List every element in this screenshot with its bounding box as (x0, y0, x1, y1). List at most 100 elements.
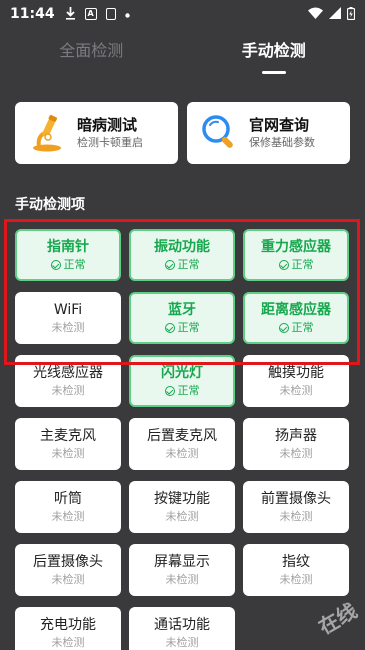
check-item-status: 正常 (164, 383, 200, 399)
check-item[interactable]: 指南针 正常 (15, 229, 121, 281)
check-item[interactable]: 后置摄像头 未检测 (15, 544, 121, 596)
hidden-fault-test-subtitle: 检测卡顿重启 (77, 136, 143, 149)
check-item-status: 正常 (278, 320, 314, 336)
check-item[interactable]: 光线感应器 未检测 (15, 355, 121, 407)
hidden-fault-test-title: 暗病测试 (77, 116, 138, 134)
check-item-name: 后置麦克风 (147, 428, 217, 444)
check-item-status: 正常 (164, 320, 200, 336)
check-item-name: 光线感应器 (33, 365, 103, 381)
check-item-status: 未检测 (280, 572, 313, 588)
check-item-name: 屏幕显示 (154, 554, 210, 570)
check-item-status: 未检测 (52, 509, 85, 525)
check-item-name: 蓝牙 (168, 302, 196, 318)
check-item-status: 未检测 (280, 383, 313, 399)
check-item-name: 闪光灯 (161, 365, 203, 381)
check-item-status-text: 未检测 (165, 636, 199, 649)
tab-manual-check[interactable]: 手动检测 (183, 36, 365, 74)
wifi-icon (308, 7, 323, 21)
check-circle-icon (278, 260, 289, 270)
check-item[interactable]: 距离感应器正常 (243, 292, 349, 344)
check-item-name: 扬声器 (275, 428, 317, 444)
notification-icons: A (65, 6, 130, 22)
check-item-status-text: 未检测 (51, 384, 85, 397)
check-item-status-text: 未检测 (165, 447, 199, 460)
check-item-name: 重力感应器 (261, 239, 331, 255)
check-circle-icon (278, 323, 289, 333)
check-item[interactable]: 通话功能 未检测 (129, 607, 235, 650)
status-time: 11:44 (10, 6, 55, 22)
check-item-status-text: 正常 (291, 258, 314, 271)
check-item-name: 充电功能 (40, 617, 96, 633)
check-item-status-text: 正常 (177, 384, 200, 397)
check-item-status: 未检测 (166, 509, 199, 525)
check-item-name: 振动功能 (154, 239, 210, 255)
check-item-status: 未检测 (52, 383, 85, 399)
check-item-status-text: 未检测 (165, 573, 199, 586)
check-item-status: 正常 (278, 257, 314, 273)
check-item[interactable]: 振动功能正常 (129, 229, 235, 281)
check-item-name: 距离感应器 (261, 302, 331, 318)
check-circle-icon (50, 260, 61, 270)
check-item-name: 指纹 (282, 554, 310, 570)
check-item-status-text: 未检测 (51, 321, 85, 334)
watermark: 在线 (314, 598, 362, 640)
signal-icon (329, 7, 341, 21)
check-item[interactable]: 后置麦克风 未检测 (129, 418, 235, 470)
check-item-status-text: 正常 (291, 321, 314, 334)
a-notification-icon: A (84, 8, 97, 20)
check-item-status-text: 正常 (177, 321, 200, 334)
check-item[interactable]: 听筒 未检测 (15, 481, 121, 533)
official-query-title: 官网查询 (249, 116, 310, 134)
check-item[interactable]: 屏幕显示 未检测 (129, 544, 235, 596)
check-item-name: 听筒 (54, 491, 82, 507)
check-item-status-text: 未检测 (51, 636, 85, 649)
dot-icon (124, 8, 130, 20)
check-item-name: 后置摄像头 (33, 554, 103, 570)
check-item[interactable]: 蓝牙正常 (129, 292, 235, 344)
check-item-status-text: 未检测 (279, 510, 313, 523)
magnifier-icon (199, 113, 239, 153)
check-item-status-text: 未检测 (51, 573, 85, 586)
square-notification-icon (105, 8, 116, 20)
check-item-status-text: 未检测 (165, 510, 199, 523)
check-item-status: 正常 (164, 257, 200, 273)
check-item-name: 触摸功能 (268, 365, 324, 381)
check-item-status: 未检测 (52, 446, 85, 462)
official-query-card[interactable]: 官网查询 保修基础参数 (187, 102, 350, 164)
check-circle-icon (164, 260, 175, 270)
microscope-icon (27, 113, 67, 153)
check-circle-icon (164, 323, 175, 333)
tab-manual-check-label: 手动检测 (241, 41, 306, 60)
check-item[interactable]: WiFi 未检测 (15, 292, 121, 344)
check-item-status-text: 未检测 (51, 447, 85, 460)
check-circle-icon (164, 386, 175, 396)
check-item-status: 未检测 (52, 572, 85, 588)
check-item[interactable]: 主麦克风 未检测 (15, 418, 121, 470)
hidden-fault-test-card[interactable]: 暗病测试 检测卡顿重启 (15, 102, 178, 164)
check-item-status-text: 正常 (177, 258, 200, 271)
check-item-status-text: 未检测 (51, 510, 85, 523)
check-item-status: 未检测 (52, 635, 85, 650)
check-item-status-text: 正常 (63, 258, 86, 271)
check-item[interactable]: 前置摄像头 未检测 (243, 481, 349, 533)
check-item-status: 未检测 (166, 635, 199, 650)
check-item[interactable]: 扬声器 未检测 (243, 418, 349, 470)
check-item[interactable]: 充电功能 未检测 (15, 607, 121, 650)
check-item-status: 未检测 (166, 572, 199, 588)
tab-full-check[interactable]: 全面检测 (0, 36, 183, 72)
download-icon (65, 6, 76, 22)
check-item-status: 正常 (50, 257, 86, 273)
mode-tabs: 全面检测 手动检测 (0, 36, 365, 74)
status-bar: 11:44 A (0, 0, 365, 28)
check-item[interactable]: 指纹 未检测 (243, 544, 349, 596)
check-item-status: 未检测 (52, 320, 85, 336)
check-item-status: 未检测 (166, 446, 199, 462)
active-tab-indicator (261, 71, 286, 74)
check-item-status-text: 未检测 (279, 573, 313, 586)
check-item-status: 未检测 (280, 509, 313, 525)
check-item-name: WiFi (53, 302, 83, 318)
check-item[interactable]: 触摸功能 未检测 (243, 355, 349, 407)
check-item[interactable]: 闪光灯正常 (129, 355, 235, 407)
check-item[interactable]: 重力感应器正常 (243, 229, 349, 281)
check-item[interactable]: 按键功能 未检测 (129, 481, 235, 533)
